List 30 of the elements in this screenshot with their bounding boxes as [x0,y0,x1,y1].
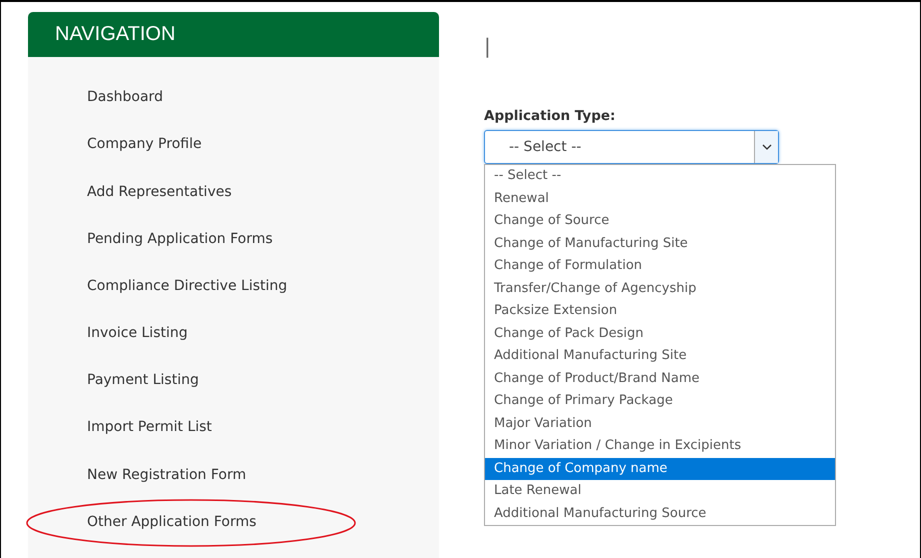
nav-link[interactable]: Add Representatives [87,182,232,202]
dropdown-option[interactable]: Major Variation [485,412,835,435]
dropdown-option[interactable]: Change of Product/Brand Name [485,368,835,390]
nav-link[interactable]: Dashboard [87,87,163,108]
dropdown-option[interactable]: Additional Manufacturing Site [485,345,835,368]
nav-link[interactable]: Company Profile [87,134,202,154]
nav-link[interactable]: New Registration Form [87,464,246,485]
field-label: Application Type: [484,108,616,124]
nav-link[interactable]: Compliance Directive Listing [87,276,288,296]
nav-link[interactable]: Payment Listing [87,370,199,390]
dropdown-option[interactable]: Minor Variation / Change in Excipients [485,435,835,458]
dropdown-option[interactable]: Change of Source [485,210,835,232]
nav-link[interactable]: Import Permit List [87,417,212,438]
nav-link[interactable]: Invoice Listing [87,323,188,344]
dropdown-option[interactable]: Change of Company name [485,458,835,480]
chevron-down-icon [762,144,772,150]
dropdown-option[interactable]: Change of Pack Design [485,322,835,345]
nav-link[interactable]: Pending Application Forms [87,228,273,249]
dropdown-option[interactable]: Packsize Extension [485,300,835,322]
dropdown-option[interactable]: Change of Primary Package [485,390,835,412]
dropdown-option[interactable]: Change of Formulation [485,255,835,278]
dropdown-option[interactable]: Additional Manufacturing Source [485,502,835,525]
navigation-title: NAVIGATION [55,23,176,46]
dropdown-option[interactable]: Renewal [485,188,835,210]
dropdown-option[interactable]: -- Select -- [485,165,835,188]
text-cursor: | [484,34,492,60]
dropdown-option[interactable]: Late Renewal [485,480,835,502]
application-type-select[interactable]: -- Select -- [484,130,779,164]
dropdown-option[interactable]: Change of Manufacturing Site [485,232,835,255]
dropdown-option[interactable]: Transfer/Change of Agencyship [485,278,835,300]
